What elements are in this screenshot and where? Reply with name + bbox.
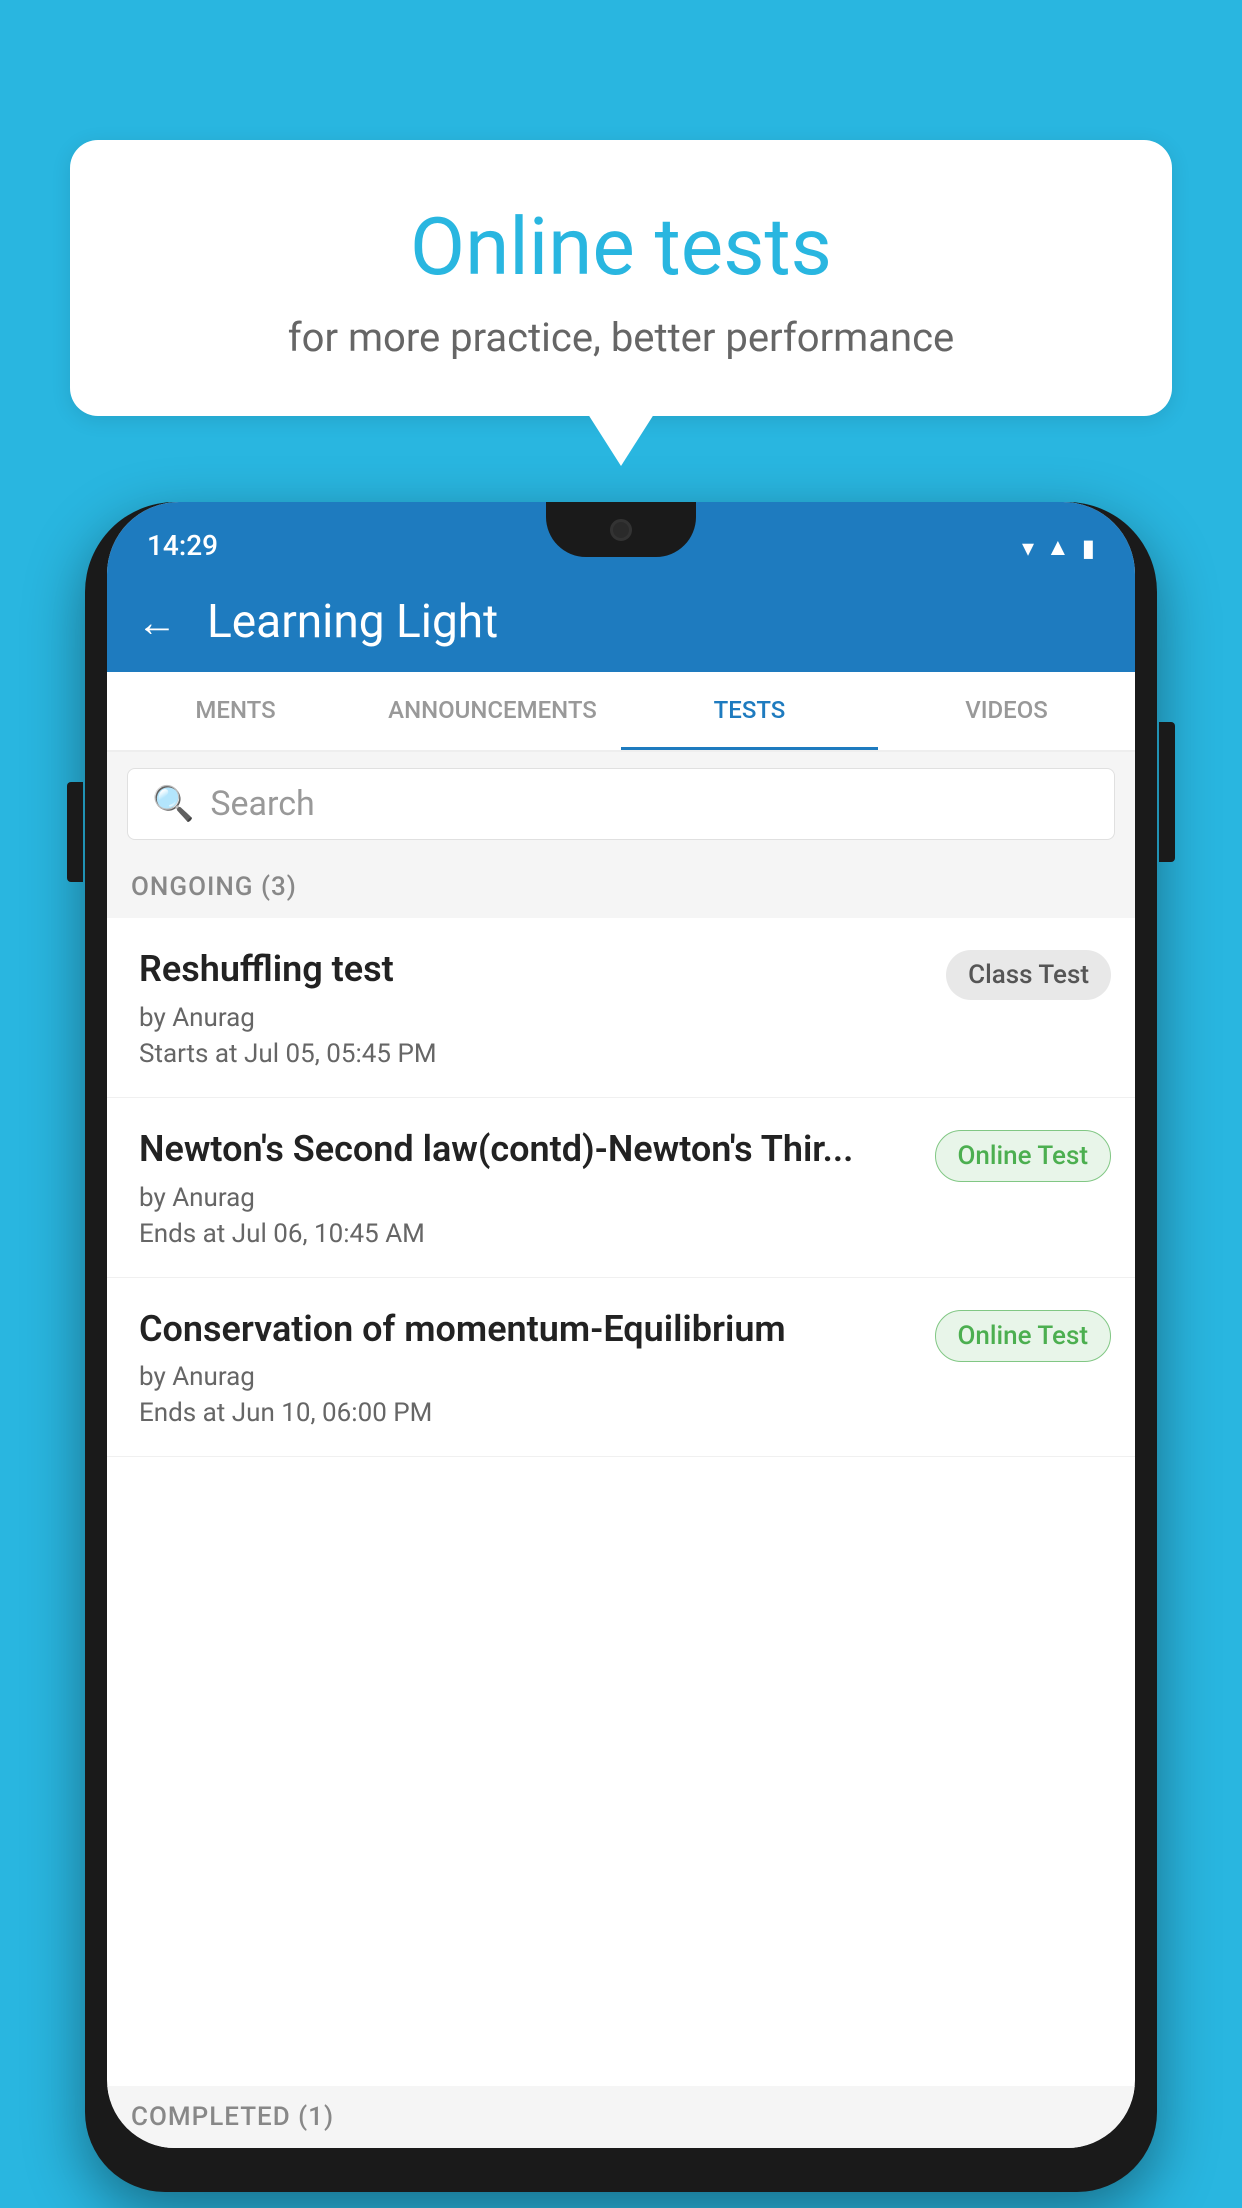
test-badge: Online Test	[935, 1130, 1112, 1182]
test-badge: Class Test	[946, 950, 1111, 1000]
test-time: Starts at Jul 05, 05:45 PM	[139, 1039, 930, 1069]
app-title: Learning Light	[207, 595, 1105, 649]
wifi-icon: ▾	[1022, 534, 1034, 562]
tab-videos[interactable]: VIDEOS	[878, 672, 1135, 750]
search-placeholder: Search	[210, 784, 314, 824]
completed-section-header: COMPLETED (1)	[107, 2086, 1135, 2148]
phone-container: 14:29 ▾ ▲ ▮ ← Learning Light MENTS ANNOU…	[85, 480, 1157, 2208]
phone-notch	[546, 502, 696, 557]
search-icon: 🔍	[152, 784, 194, 824]
test-info: Reshuffling test by Anurag Starts at Jul…	[139, 946, 930, 1069]
test-info: Newton's Second law(contd)-Newton's Thir…	[139, 1126, 919, 1249]
test-title: Conservation of momentum-Equilibrium	[139, 1306, 919, 1353]
test-list: Reshuffling test by Anurag Starts at Jul…	[107, 918, 1135, 1457]
search-container: 🔍 Search	[107, 752, 1135, 856]
camera	[610, 519, 632, 541]
test-item[interactable]: Reshuffling test by Anurag Starts at Jul…	[107, 918, 1135, 1098]
test-title: Newton's Second law(contd)-Newton's Thir…	[139, 1126, 919, 1173]
status-icons: ▾ ▲ ▮	[1022, 533, 1095, 562]
test-title: Reshuffling test	[139, 946, 930, 993]
app-bar: ← Learning Light	[107, 572, 1135, 672]
phone-outer: 14:29 ▾ ▲ ▮ ← Learning Light MENTS ANNOU…	[85, 502, 1157, 2192]
test-info: Conservation of momentum-Equilibrium by …	[139, 1306, 919, 1429]
test-time: Ends at Jun 10, 06:00 PM	[139, 1398, 919, 1428]
tab-tests[interactable]: TESTS	[621, 672, 878, 750]
test-author: by Anurag	[139, 1003, 930, 1033]
bubble-title: Online tests	[140, 200, 1102, 294]
battery-icon: ▮	[1082, 534, 1095, 562]
test-time: Ends at Jul 06, 10:45 AM	[139, 1219, 919, 1249]
test-item[interactable]: Conservation of momentum-Equilibrium by …	[107, 1278, 1135, 1458]
tab-ments[interactable]: MENTS	[107, 672, 364, 750]
ongoing-section-header: ONGOING (3)	[107, 856, 1135, 918]
signal-icon: ▲	[1046, 533, 1070, 562]
bubble-subtitle: for more practice, better performance	[140, 314, 1102, 361]
phone-screen: 14:29 ▾ ▲ ▮ ← Learning Light MENTS ANNOU…	[107, 502, 1135, 2148]
test-author: by Anurag	[139, 1362, 919, 1392]
back-button[interactable]: ←	[137, 599, 177, 646]
speech-bubble: Online tests for more practice, better p…	[70, 140, 1172, 416]
test-badge: Online Test	[935, 1310, 1112, 1362]
test-item[interactable]: Newton's Second law(contd)-Newton's Thir…	[107, 1098, 1135, 1278]
tab-announcements[interactable]: ANNOUNCEMENTS	[364, 672, 621, 750]
search-bar[interactable]: 🔍 Search	[127, 768, 1115, 840]
tabs-container: MENTS ANNOUNCEMENTS TESTS VIDEOS	[107, 672, 1135, 752]
test-author: by Anurag	[139, 1183, 919, 1213]
